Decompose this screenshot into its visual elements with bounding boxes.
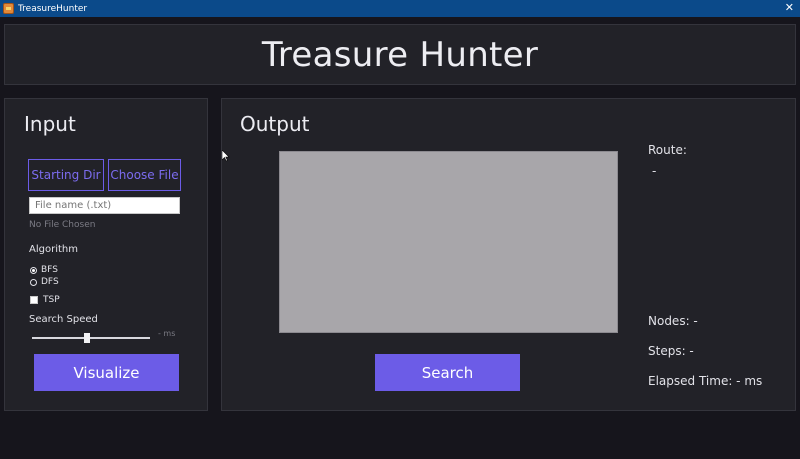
file-name-input[interactable]: [29, 197, 180, 214]
app-title: Treasure Hunter: [261, 35, 539, 75]
search-speed-label: Search Speed: [29, 314, 98, 325]
tsp-checkbox[interactable]: [30, 296, 38, 304]
starting-dir-button[interactable]: Starting Dir: [28, 159, 104, 191]
slider-thumb[interactable]: [84, 333, 91, 343]
search-button[interactable]: Search: [375, 354, 520, 391]
window-titlebar: TreasureHunter ✕: [0, 0, 800, 17]
route-value: -: [652, 164, 657, 178]
close-icon[interactable]: ✕: [785, 1, 794, 15]
search-speed-slider[interactable]: [32, 333, 150, 343]
route-label: Route:: [648, 143, 687, 157]
map-canvas: [279, 151, 618, 333]
radio-bfs[interactable]: BFS: [30, 265, 58, 275]
input-heading: Input: [24, 112, 76, 136]
steps-stat: Steps: -: [648, 344, 694, 358]
radio-bfs-indicator[interactable]: [30, 266, 37, 274]
slider-track: [32, 337, 150, 339]
tsp-checkbox-row[interactable]: TSP: [30, 295, 60, 305]
search-speed-value: - ms: [158, 329, 176, 338]
tsp-label: TSP: [43, 295, 60, 305]
algorithm-label: Algorithm: [29, 244, 78, 255]
radio-dfs-indicator[interactable]: [30, 278, 37, 286]
radio-dfs[interactable]: DFS: [30, 277, 59, 287]
header-panel: Treasure Hunter: [4, 24, 796, 85]
elapsed-time-stat: Elapsed Time: - ms: [648, 374, 763, 388]
file-status-text: No File Chosen: [29, 220, 96, 230]
radio-bfs-label: BFS: [41, 265, 58, 275]
window-title: TreasureHunter: [18, 3, 88, 14]
output-panel: Output Route: - Nodes: - Steps: - Elapse…: [221, 98, 796, 411]
treasure-chest-icon: [3, 3, 14, 14]
choose-file-button[interactable]: Choose File: [108, 159, 181, 191]
radio-dfs-label: DFS: [41, 277, 59, 287]
visualize-button[interactable]: Visualize: [34, 354, 179, 391]
input-panel: Input Starting Dir Choose File No File C…: [4, 98, 208, 411]
output-heading: Output: [240, 112, 310, 136]
nodes-stat: Nodes: -: [648, 314, 698, 328]
